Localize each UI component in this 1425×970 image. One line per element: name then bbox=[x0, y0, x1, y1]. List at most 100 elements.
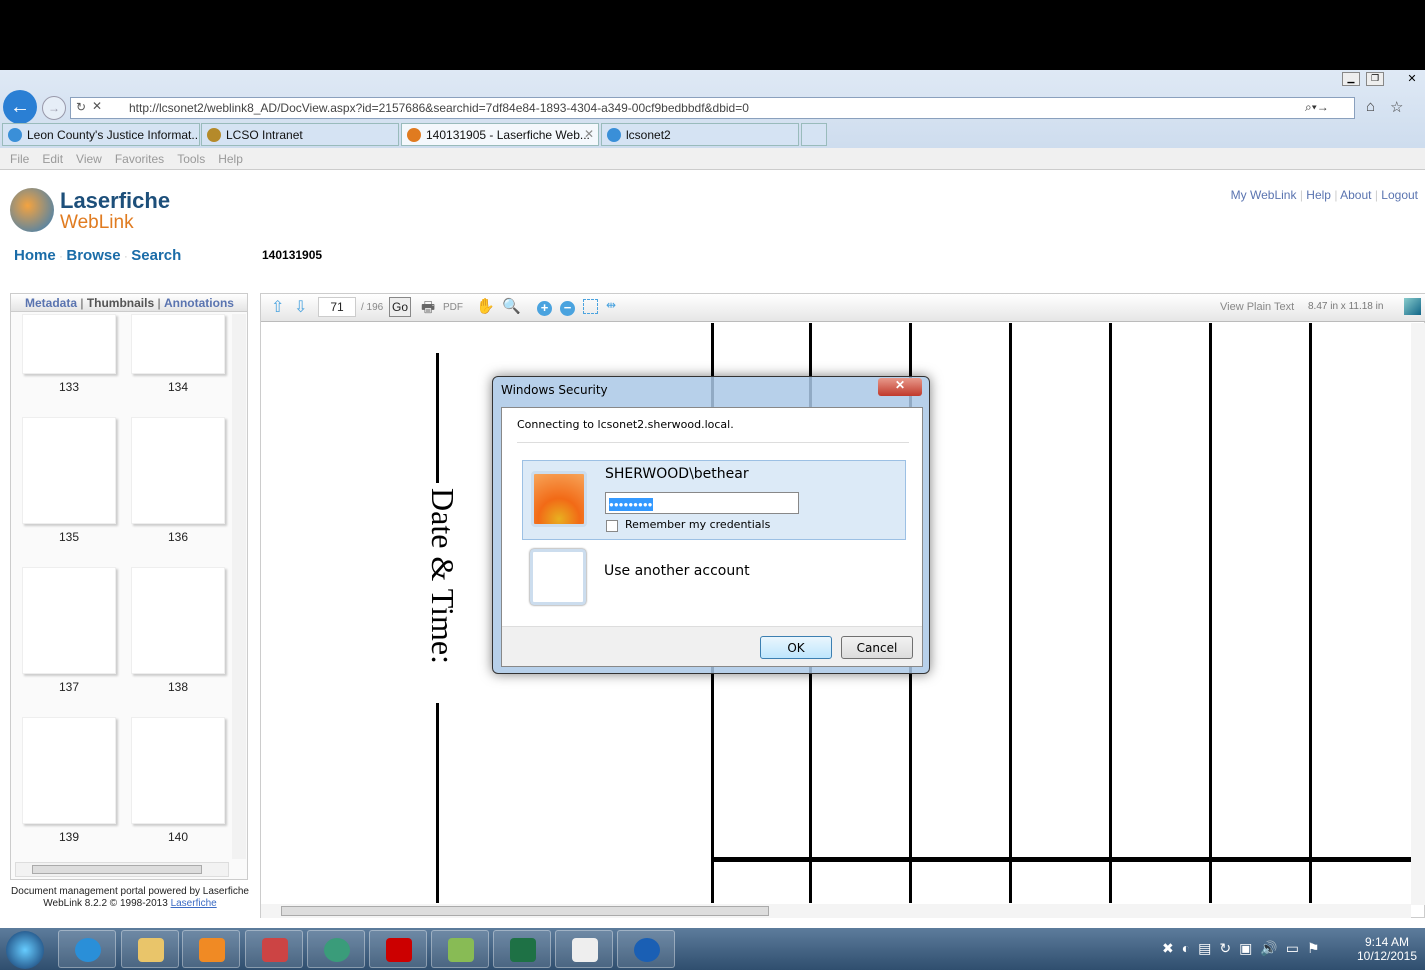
laserfiche-icon bbox=[407, 128, 421, 142]
thumbnail-138[interactable] bbox=[131, 567, 225, 674]
user-avatar bbox=[531, 471, 587, 527]
minimize-button[interactable]: ▁ bbox=[1342, 72, 1360, 86]
refresh-icon[interactable]: ↻ bbox=[76, 100, 86, 114]
restore-button[interactable]: ❐ bbox=[1366, 72, 1384, 86]
remember-label[interactable]: Remember my credentials bbox=[625, 518, 770, 531]
fit-width-icon[interactable]: ⇹ bbox=[606, 298, 616, 316]
viewer-vertical-scrollbar[interactable] bbox=[1411, 323, 1425, 905]
connecting-text: Connecting to lcsonet2.sherwood.local. bbox=[517, 418, 734, 431]
tab-intranet[interactable]: LCSO Intranet bbox=[201, 123, 399, 146]
current-account-tile[interactable]: SHERWOOD\bethear ●●●●●●●●● Remember my c… bbox=[522, 460, 906, 540]
menu-edit[interactable]: Edit bbox=[42, 152, 63, 166]
thumbnail-label: 139 bbox=[58, 830, 80, 844]
tab-annotations[interactable]: Annotations bbox=[164, 296, 234, 310]
thumbnail-139[interactable] bbox=[22, 717, 116, 824]
tab-laserfiche[interactable]: 140131905 - Laserfiche Web... ✕ bbox=[401, 123, 599, 146]
ie-icon bbox=[607, 128, 621, 142]
thumbnail-135[interactable] bbox=[22, 417, 116, 524]
print-icon[interactable]: 🖶 bbox=[421, 297, 435, 316]
tab-thumbnails[interactable]: Thumbnails bbox=[87, 296, 154, 310]
menu-file[interactable]: File bbox=[10, 152, 29, 166]
stop-icon[interactable]: ✕ bbox=[92, 99, 102, 113]
document-name: 140131905 bbox=[262, 248, 323, 262]
back-button[interactable]: ← bbox=[3, 90, 37, 124]
fit-page-icon[interactable] bbox=[583, 299, 598, 314]
zoom-hand-icon[interactable]: 🔍 bbox=[502, 297, 521, 315]
laserfiche-link[interactable]: Laserfiche bbox=[171, 898, 217, 909]
top-links: My WebLink | Help | About | Logout bbox=[1230, 188, 1418, 202]
thumbnail-134[interactable] bbox=[131, 314, 225, 374]
favorites-icon[interactable]: ☆ bbox=[1390, 98, 1403, 116]
nav-search[interactable]: Search bbox=[131, 247, 181, 264]
taskbar-media-player[interactable] bbox=[182, 930, 240, 968]
my-weblink-link[interactable]: My WebLink bbox=[1231, 188, 1297, 202]
pdf-button[interactable]: PDF bbox=[443, 302, 463, 320]
taskbar-ie[interactable] bbox=[58, 930, 116, 968]
zoom-out-icon[interactable]: − bbox=[560, 301, 575, 316]
ie-icon bbox=[8, 128, 22, 142]
address-bar[interactable]: http://lcsonet2/weblink8_AD/DocView.aspx… bbox=[70, 97, 1355, 119]
nav-browse[interactable]: Browse bbox=[66, 247, 120, 264]
password-field[interactable]: ●●●●●●●●● bbox=[605, 492, 799, 514]
taskbar-acrobat[interactable] bbox=[369, 930, 427, 968]
left-panel-tabs: Metadata | Thumbnails | Annotations bbox=[11, 294, 247, 312]
dialog-close-button[interactable]: ✕ bbox=[878, 378, 922, 396]
home-icon[interactable]: ⌂ bbox=[1366, 98, 1375, 115]
logo-subtext: WebLink bbox=[60, 212, 134, 233]
tab-lcsonet2[interactable]: lcsonet2 bbox=[601, 123, 799, 146]
fullscreen-icon[interactable] bbox=[1404, 298, 1421, 315]
close-window-button[interactable]: ✕ bbox=[1403, 72, 1421, 86]
close-tab-icon[interactable]: ✕ bbox=[584, 127, 594, 141]
tab-justice[interactable]: Leon County's Justice Informat... bbox=[2, 123, 200, 146]
cancel-button[interactable]: Cancel bbox=[841, 636, 913, 659]
thumbnail-label: 135 bbox=[58, 530, 80, 544]
taskbar-java[interactable] bbox=[555, 930, 613, 968]
new-tab-button[interactable] bbox=[801, 123, 827, 146]
thumbnail-133[interactable] bbox=[22, 314, 116, 374]
taskbar-snipping-tool[interactable] bbox=[245, 930, 303, 968]
view-plain-text-link[interactable]: View Plain Text bbox=[1220, 301, 1294, 319]
search-icon[interactable]: ⌕▾→ bbox=[1305, 100, 1329, 115]
menu-view[interactable]: View bbox=[76, 152, 102, 166]
page-total: / 196 bbox=[361, 302, 384, 313]
tab-label: LCSO Intranet bbox=[226, 128, 303, 142]
start-button[interactable] bbox=[6, 931, 44, 969]
menu-help[interactable]: Help bbox=[218, 152, 243, 166]
clock[interactable]: 9:14 AM 10/12/2015 bbox=[1352, 935, 1422, 963]
taskbar-app[interactable] bbox=[307, 930, 365, 968]
remember-checkbox[interactable] bbox=[606, 520, 618, 532]
go-button[interactable]: Go bbox=[389, 297, 411, 317]
menu-favorites[interactable]: Favorites bbox=[115, 152, 164, 166]
password-value: ●●●●●●●●● bbox=[609, 498, 653, 511]
nav-home[interactable]: Home bbox=[14, 247, 56, 264]
page-number-input[interactable]: 71 bbox=[318, 297, 356, 317]
tab-metadata[interactable]: Metadata bbox=[25, 296, 77, 310]
forward-button[interactable]: → bbox=[42, 96, 66, 120]
previous-page-icon[interactable]: ⇧ bbox=[271, 297, 284, 316]
about-link[interactable]: About bbox=[1340, 188, 1371, 202]
thumbnail-horizontal-scrollbar[interactable] bbox=[15, 862, 229, 877]
menu-tools[interactable]: Tools bbox=[177, 152, 205, 166]
menu-bar: File Edit View Favorites Tools Help bbox=[0, 148, 1425, 170]
other-account-tile[interactable]: Use another account bbox=[522, 543, 906, 611]
thumbnail-136[interactable] bbox=[131, 417, 225, 524]
ok-button[interactable]: OK bbox=[760, 636, 832, 659]
taskbar-explorer[interactable] bbox=[121, 930, 179, 968]
zoom-in-icon[interactable]: + bbox=[537, 301, 552, 316]
logo-icon bbox=[10, 188, 54, 232]
logo-text: Laserfiche bbox=[60, 188, 171, 213]
tab-label: 140131905 - Laserfiche Web... bbox=[426, 128, 590, 142]
thumbnail-140[interactable] bbox=[131, 717, 225, 824]
thumbnail-label: 138 bbox=[167, 680, 189, 694]
logout-link[interactable]: Logout bbox=[1381, 188, 1418, 202]
thumbnail-vertical-scrollbar[interactable] bbox=[232, 314, 246, 859]
next-page-icon[interactable]: ⇩ bbox=[294, 297, 307, 316]
thumbnail-137[interactable] bbox=[22, 567, 116, 674]
taskbar-motorola[interactable] bbox=[617, 930, 675, 968]
viewer-horizontal-scrollbar[interactable] bbox=[261, 904, 1411, 918]
pan-hand-icon[interactable]: ✋ bbox=[476, 297, 495, 315]
system-tray-icons[interactable]: ✖◐▤↻▣🔊▭⚑ bbox=[1162, 940, 1328, 957]
taskbar-excel[interactable] bbox=[493, 930, 551, 968]
help-link[interactable]: Help bbox=[1306, 188, 1331, 202]
taskbar-gis[interactable] bbox=[431, 930, 489, 968]
